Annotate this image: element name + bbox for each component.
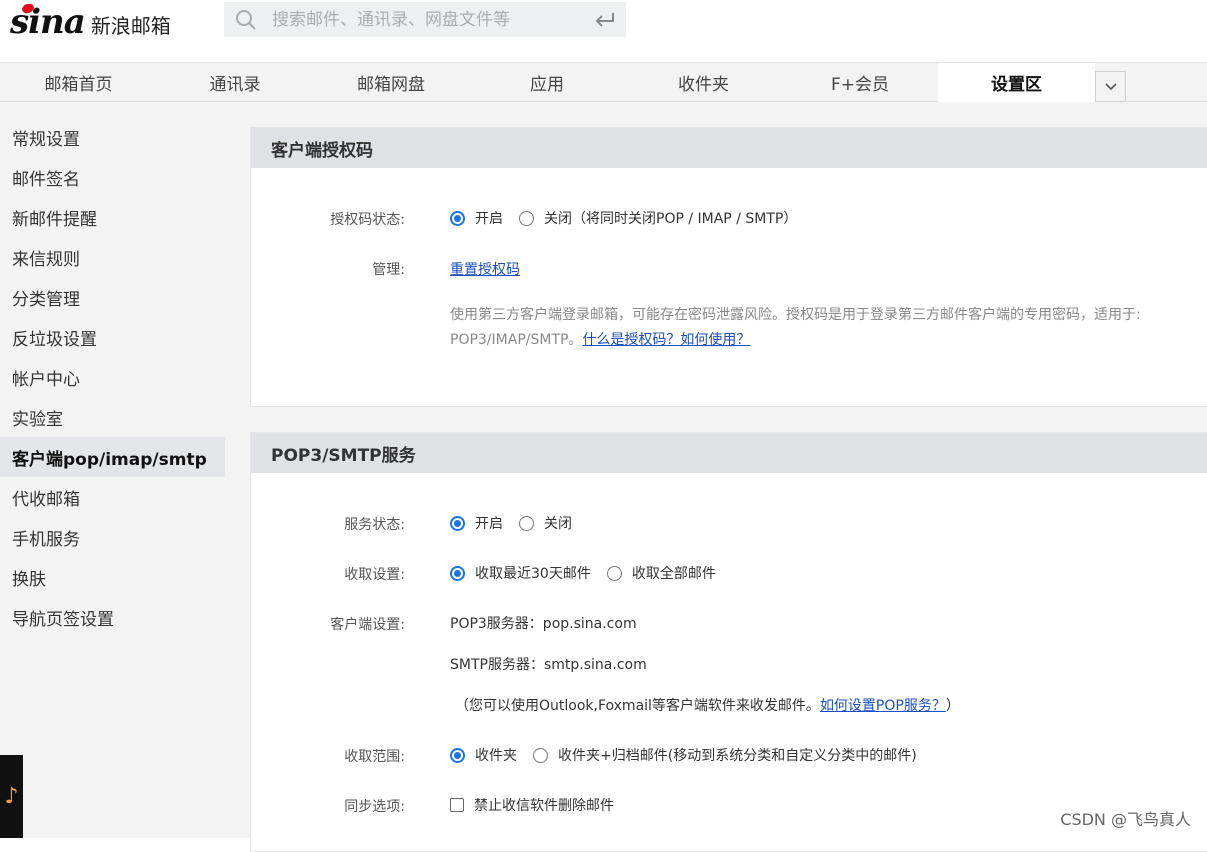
music-note-icon[interactable]: ♪ [0,755,23,838]
sidebar-item-signature[interactable]: 邮件签名 [0,157,225,197]
tab-apps[interactable]: 应用 [469,63,625,102]
sidebar-item-categories[interactable]: 分类管理 [0,277,225,317]
pop3-server: POP3服务器：pop.sina.com [450,616,637,632]
sidebar-item-mail-rules[interactable]: 来信规则 [0,237,225,277]
sidebar-item-general[interactable]: 常规设置 [0,117,225,157]
manage-value: 重置授权码 [450,259,520,279]
tab-mail-home[interactable]: 邮箱首页 [0,63,157,102]
fetch-all-radio[interactable] [606,565,622,581]
sidebar-item-anti-spam[interactable]: 反垃圾设置 [0,317,225,357]
settings-content: 客户端授权码 授权码状态: 开启 关闭（将同时关闭POP / IMAP / SM… [225,102,1207,852]
tab-contacts[interactable]: 通讯录 [157,63,313,102]
auth-status-on-label[interactable]: 开启 [475,208,503,228]
sidebar-item-nav-tabs[interactable]: 导航页签设置 [0,597,225,637]
top-nav: 邮箱首页 通讯录 邮箱网盘 应用 收件夹 F+会员 设置区 [0,62,1207,102]
prevent-delete-checkbox[interactable] [450,798,464,812]
smtp-server: SMTP服务器：smtp.sina.com [450,657,647,673]
sync-option-label: 同步选项: [344,799,405,815]
sidebar-item-new-mail-alert[interactable]: 新邮件提醒 [0,197,225,237]
fetch-recent-radio[interactable] [450,565,465,581]
prevent-delete-label[interactable]: 禁止收信软件删除邮件 [474,795,614,815]
brand-name: 新浪邮箱 [90,13,171,38]
tab-fplus[interactable]: F+会员 [782,63,938,102]
auth-status-options: 开启 关闭（将同时关闭POP / IMAP / SMTP） [450,208,813,228]
reset-auth-code-link[interactable]: 重置授权码 [450,259,520,279]
service-off-label[interactable]: 关闭 [544,513,572,533]
sidebar-item-account[interactable]: 帐户中心 [0,357,225,397]
sina-logo-mark: sina [10,2,86,42]
search-input[interactable] [272,9,594,30]
service-status-options: 开启 关闭 [450,513,588,533]
what-is-auth-code-link[interactable]: 什么是授权码？如何使用？ [582,332,750,348]
watermark: CSDN @飞鸟真人 [1060,810,1191,829]
sidebar-item-mail-collect[interactable]: 代收邮箱 [0,477,225,517]
sidebar-item-skin[interactable]: 换肤 [0,557,225,597]
auth-status-off-radio[interactable] [519,210,534,226]
service-off-radio[interactable] [519,515,534,531]
sina-logo[interactable]: sina 新浪邮箱 [10,0,171,44]
settings-sidebar: 常规设置 邮件签名 新邮件提醒 来信规则 分类管理 反垃圾设置 帐户中心 实验室… [0,102,225,838]
service-on-radio[interactable] [450,515,465,531]
fetch-range-label: 收取范围: [344,749,405,765]
client-setting-label: 客户端设置: [330,617,405,633]
auth-status-off-label[interactable]: 关闭（将同时关闭POP / IMAP / SMTP） [544,208,797,228]
sidebar-item-mobile[interactable]: 手机服务 [0,517,225,557]
fetch-setting-options: 收取最近30天邮件 收取全部邮件 [450,563,732,583]
service-status-label: 服务状态: [344,517,405,533]
pop3-smtp-panel-title: POP3/SMTP服务 [251,433,1207,473]
client-note: （您可以使用Outlook,Foxmail等客户端软件来收发邮件。 如何设置PO… [455,695,960,715]
sidebar-item-client-pop-imap-smtp[interactable]: 客户端pop/imap/smtp [0,437,225,477]
service-on-label[interactable]: 开启 [475,513,503,533]
auth-description-line2: POP3/IMAP/SMTP。 [450,332,583,348]
header: sina 新浪邮箱 [0,0,1207,62]
fetch-all-label[interactable]: 收取全部邮件 [632,563,716,583]
range-inbox-radio[interactable] [450,747,465,763]
client-note-text: （您可以使用Outlook,Foxmail等客户端软件来收发邮件。 [455,698,820,714]
range-archive-label[interactable]: 收件夹+归档邮件(移动到系统分类和自定义分类中的邮件) [558,745,917,765]
fetch-recent-label[interactable]: 收取最近30天邮件 [475,563,591,583]
search-icon [234,8,258,32]
pop3-smtp-panel: POP3/SMTP服务 服务状态: 开启 关闭 收取设置: 收取最近30天邮件 … [250,432,1207,852]
client-note-suffix: ） [945,698,960,714]
tab-netdisk[interactable]: 邮箱网盘 [313,63,469,102]
auth-code-panel: 客户端授权码 授权码状态: 开启 关闭（将同时关闭POP / IMAP / SM… [250,127,1207,407]
fetch-range-options: 收件夹 收件夹+归档邮件(移动到系统分类和自定义分类中的邮件) [450,745,933,765]
auth-status-on-radio[interactable] [450,210,465,226]
enter-icon[interactable] [594,9,616,31]
auth-status-label: 授权码状态: [330,212,405,228]
auth-code-panel-title: 客户端授权码 [251,128,1207,168]
sync-option: 禁止收信软件删除邮件 [450,795,630,815]
range-inbox-label[interactable]: 收件夹 [475,745,517,765]
auth-description: 使用第三方客户端登录邮箱，可能存在密码泄露风险。授权码是用于登录第三方邮件客户端… [450,303,1207,353]
tab-inbox[interactable]: 收件夹 [625,63,782,102]
fetch-setting-label: 收取设置: [344,567,405,583]
nav-more-button[interactable] [1095,71,1126,102]
auth-description-line1: 使用第三方客户端登录邮箱，可能存在密码泄露风险。授权码是用于登录第三方邮件客户端… [450,307,1141,323]
how-to-set-pop-link[interactable]: 如何设置POP服务？ [820,695,946,715]
range-archive-radio[interactable] [533,747,548,763]
chevron-down-icon [1104,82,1117,90]
tab-settings[interactable]: 设置区 [938,63,1095,102]
sidebar-item-lab[interactable]: 实验室 [0,397,225,437]
search-box[interactable] [224,2,626,37]
manage-label: 管理: [372,262,405,278]
